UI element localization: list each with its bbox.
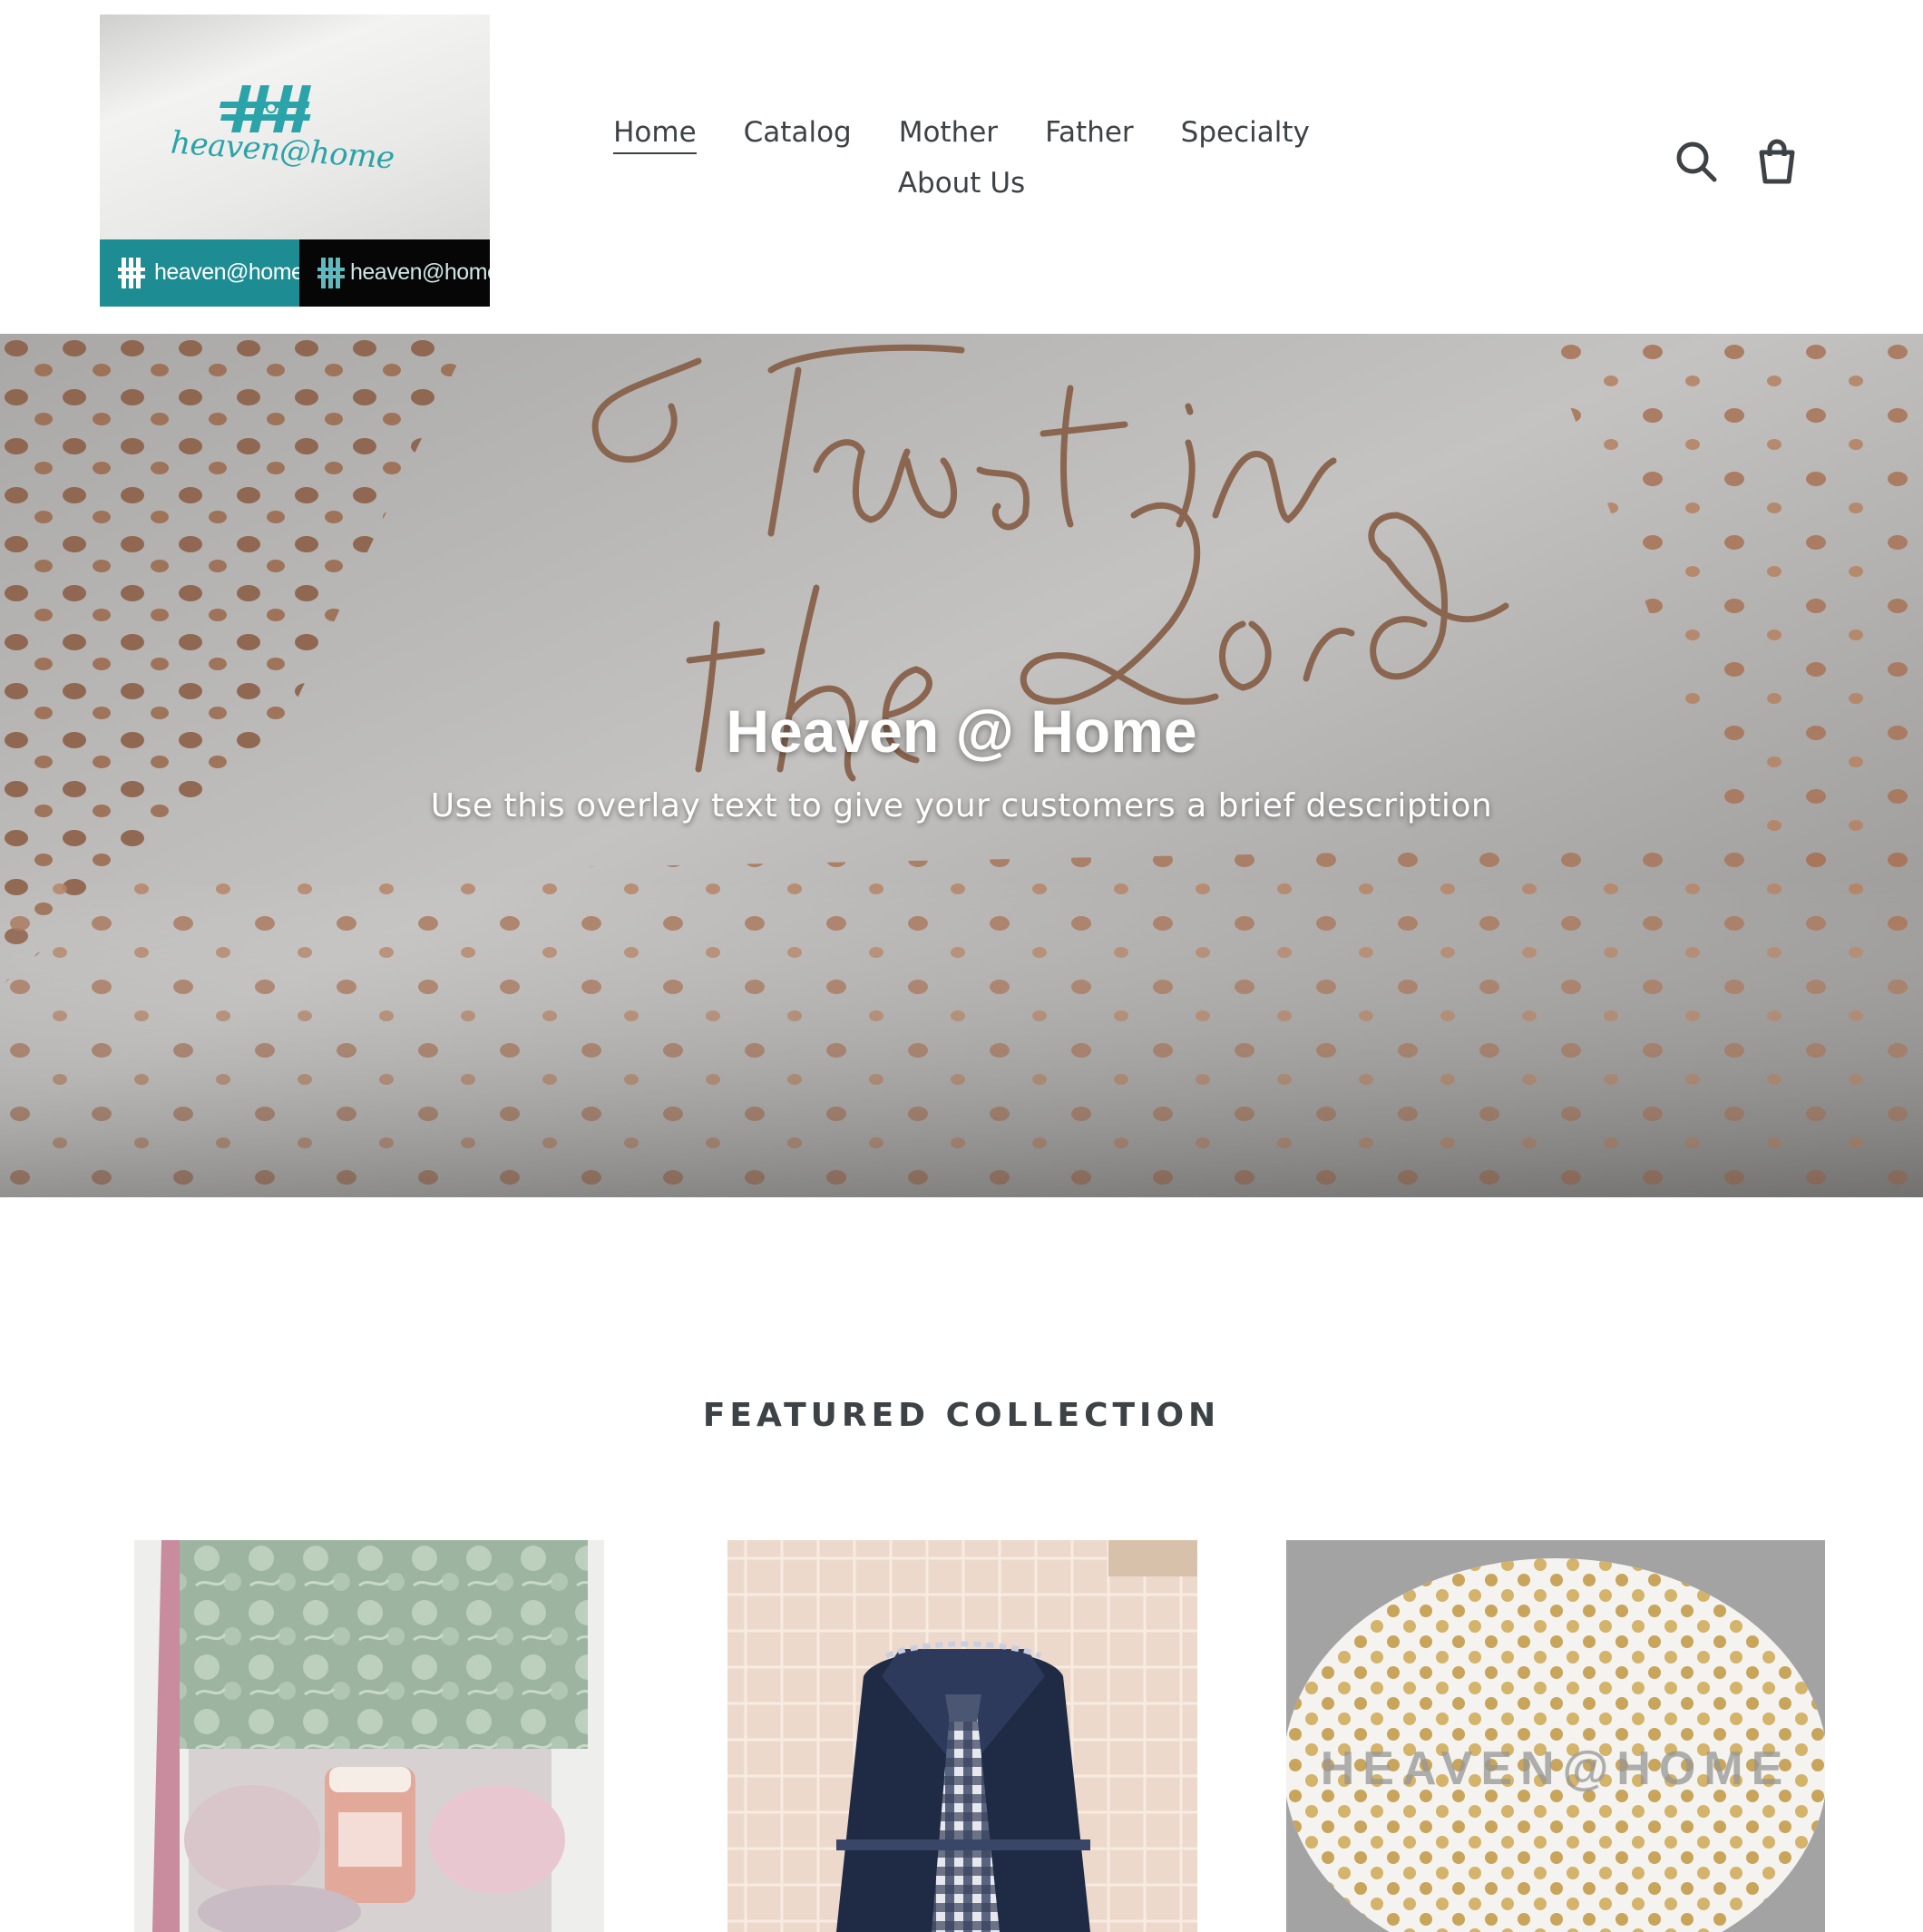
logo-strip-black: heaven@home bbox=[299, 239, 490, 307]
hero-banner: Heaven @ Home Use this overlay text to g… bbox=[0, 334, 1923, 1197]
product-card-3[interactable]: HEAVEN@HOME bbox=[1286, 1540, 1825, 1932]
featured-collection-title: FEATURED COLLECTION bbox=[702, 1397, 1221, 1434]
nav-link-father[interactable]: Father bbox=[1045, 116, 1134, 149]
logo-small-mark-icon bbox=[317, 258, 345, 288]
product-watermark-text: HEAVEN@HOME bbox=[1320, 1742, 1791, 1795]
cart-icon[interactable] bbox=[1754, 136, 1800, 187]
nav-link-specialty[interactable]: Specialty bbox=[1181, 116, 1310, 149]
logo-strip-teal: heaven@home bbox=[100, 239, 304, 307]
product-image-towel-shirt bbox=[727, 1540, 1197, 1932]
logo-strip-right-text: heaven@home bbox=[350, 259, 490, 285]
nav-row-1: Home Catalog Mother Father Specialty bbox=[581, 107, 1342, 158]
nav-row-2: About Us bbox=[581, 158, 1342, 209]
header-icons bbox=[1674, 136, 1800, 187]
product-card-1[interactable] bbox=[134, 1540, 604, 1932]
hero-subtitle: Use this overlay text to give your custo… bbox=[430, 787, 1493, 825]
logo-strip-left-text: heaven@home bbox=[154, 259, 304, 285]
nav-link-catalog[interactable]: Catalog bbox=[744, 116, 852, 149]
nav-link-home[interactable]: Home bbox=[613, 116, 697, 154]
logo-strip: heaven@home heaven@home bbox=[100, 239, 490, 307]
product-card-2[interactable] bbox=[727, 1540, 1197, 1932]
product-image-gold-dot-box bbox=[1286, 1540, 1825, 1932]
nav-link-about-us[interactable]: About Us bbox=[898, 167, 1025, 200]
store-logo[interactable]: heaven@home heaven@home heaven@home bbox=[100, 15, 490, 307]
hero-image bbox=[0, 334, 1923, 1197]
product-image-gift-box bbox=[134, 1540, 604, 1932]
nav-link-mother[interactable]: Mother bbox=[899, 116, 998, 149]
search-icon[interactable] bbox=[1674, 136, 1720, 187]
site-header: heaven@home heaven@home heaven@home Home… bbox=[0, 0, 1923, 334]
logo-small-mark-icon bbox=[118, 258, 145, 288]
main-navigation: Home Catalog Mother Father Specialty Abo… bbox=[581, 107, 1342, 209]
hero-title: Heaven @ Home bbox=[726, 698, 1197, 765]
